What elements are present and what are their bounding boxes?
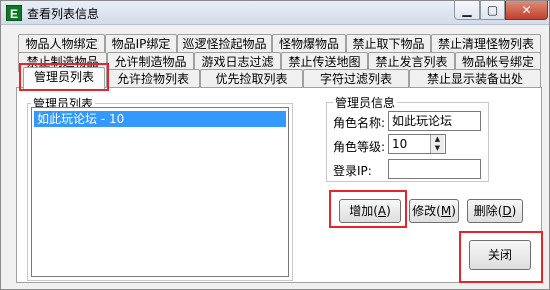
close-window-button[interactable]: ✕ — [505, 1, 548, 20]
login-ip-label: 登录IP: — [333, 164, 372, 178]
modify-button-key: M — [440, 204, 452, 218]
tab-forbid-clear-monster-list[interactable]: 禁止清理怪物列表 — [431, 34, 541, 54]
add-button-label: 增加 — [349, 204, 374, 218]
maximize-button[interactable]: ▢ — [480, 1, 505, 20]
tab-monster-drop[interactable]: 怪物爆物品 — [272, 34, 346, 54]
role-name-field[interactable]: 如此玩论坛 — [388, 111, 481, 131]
window-title: 查看列表信息 — [27, 7, 100, 21]
tab-item-player-bind[interactable]: 物品人物绑定 — [18, 34, 105, 54]
add-button[interactable]: 增加(A) — [339, 199, 401, 223]
app-logo-icon: E — [6, 5, 22, 21]
add-button-key: A — [377, 204, 387, 218]
tab-patrol-monster-pickup[interactable]: 巡逻怪捡起物品 — [177, 34, 272, 54]
tab-priority-pickup-list[interactable]: 优先捡取列表 — [200, 69, 303, 89]
tab-item-ip-bind[interactable]: 物品IP绑定 — [105, 34, 177, 54]
tab-char-filter-list[interactable]: 字符过滤列表 — [303, 69, 409, 89]
level-spin-buttons[interactable]: ▲ ▼ — [430, 135, 444, 153]
modify-button[interactable]: 修改(M) — [409, 199, 459, 223]
spin-up-icon[interactable]: ▲ — [431, 135, 444, 144]
list-item[interactable]: 如此玩论坛 - 10 — [34, 111, 286, 127]
login-ip-field[interactable] — [388, 159, 481, 179]
list-info-window: E 查看列表信息 ▁ ▢ ✕ 物品人物绑定 物品IP绑定 巡逻怪捡起物品 怪物爆… — [0, 0, 550, 290]
tab-allow-pickup-list[interactable]: 允许捡物列表 — [106, 69, 200, 89]
role-level-label: 角色等级: — [333, 140, 386, 154]
modify-button-label: 修改 — [412, 204, 437, 218]
admin-info-label: 管理员信息 — [333, 94, 398, 111]
tab-forbid-remove-item[interactable]: 禁止取下物品 — [346, 34, 431, 54]
delete-button-key: D — [502, 204, 512, 218]
spin-down-icon[interactable]: ▼ — [431, 144, 444, 153]
title-bar[interactable]: E 查看列表信息 ▁ ▢ ✕ — [1, 1, 549, 25]
tab-admin-list[interactable]: 管理员列表 — [23, 67, 105, 89]
delete-button[interactable]: 删除(D) — [467, 199, 523, 223]
tab-hide-equip-source[interactable]: 禁止显示装备出处 — [409, 69, 541, 89]
role-name-label: 角色名称: — [333, 116, 386, 130]
minimize-button[interactable]: ▁ — [454, 1, 480, 20]
delete-button-label: 删除 — [473, 204, 498, 218]
admin-listbox[interactable]: 如此玩论坛 - 10 — [31, 107, 289, 277]
close-button[interactable]: 关闭 — [469, 240, 531, 270]
